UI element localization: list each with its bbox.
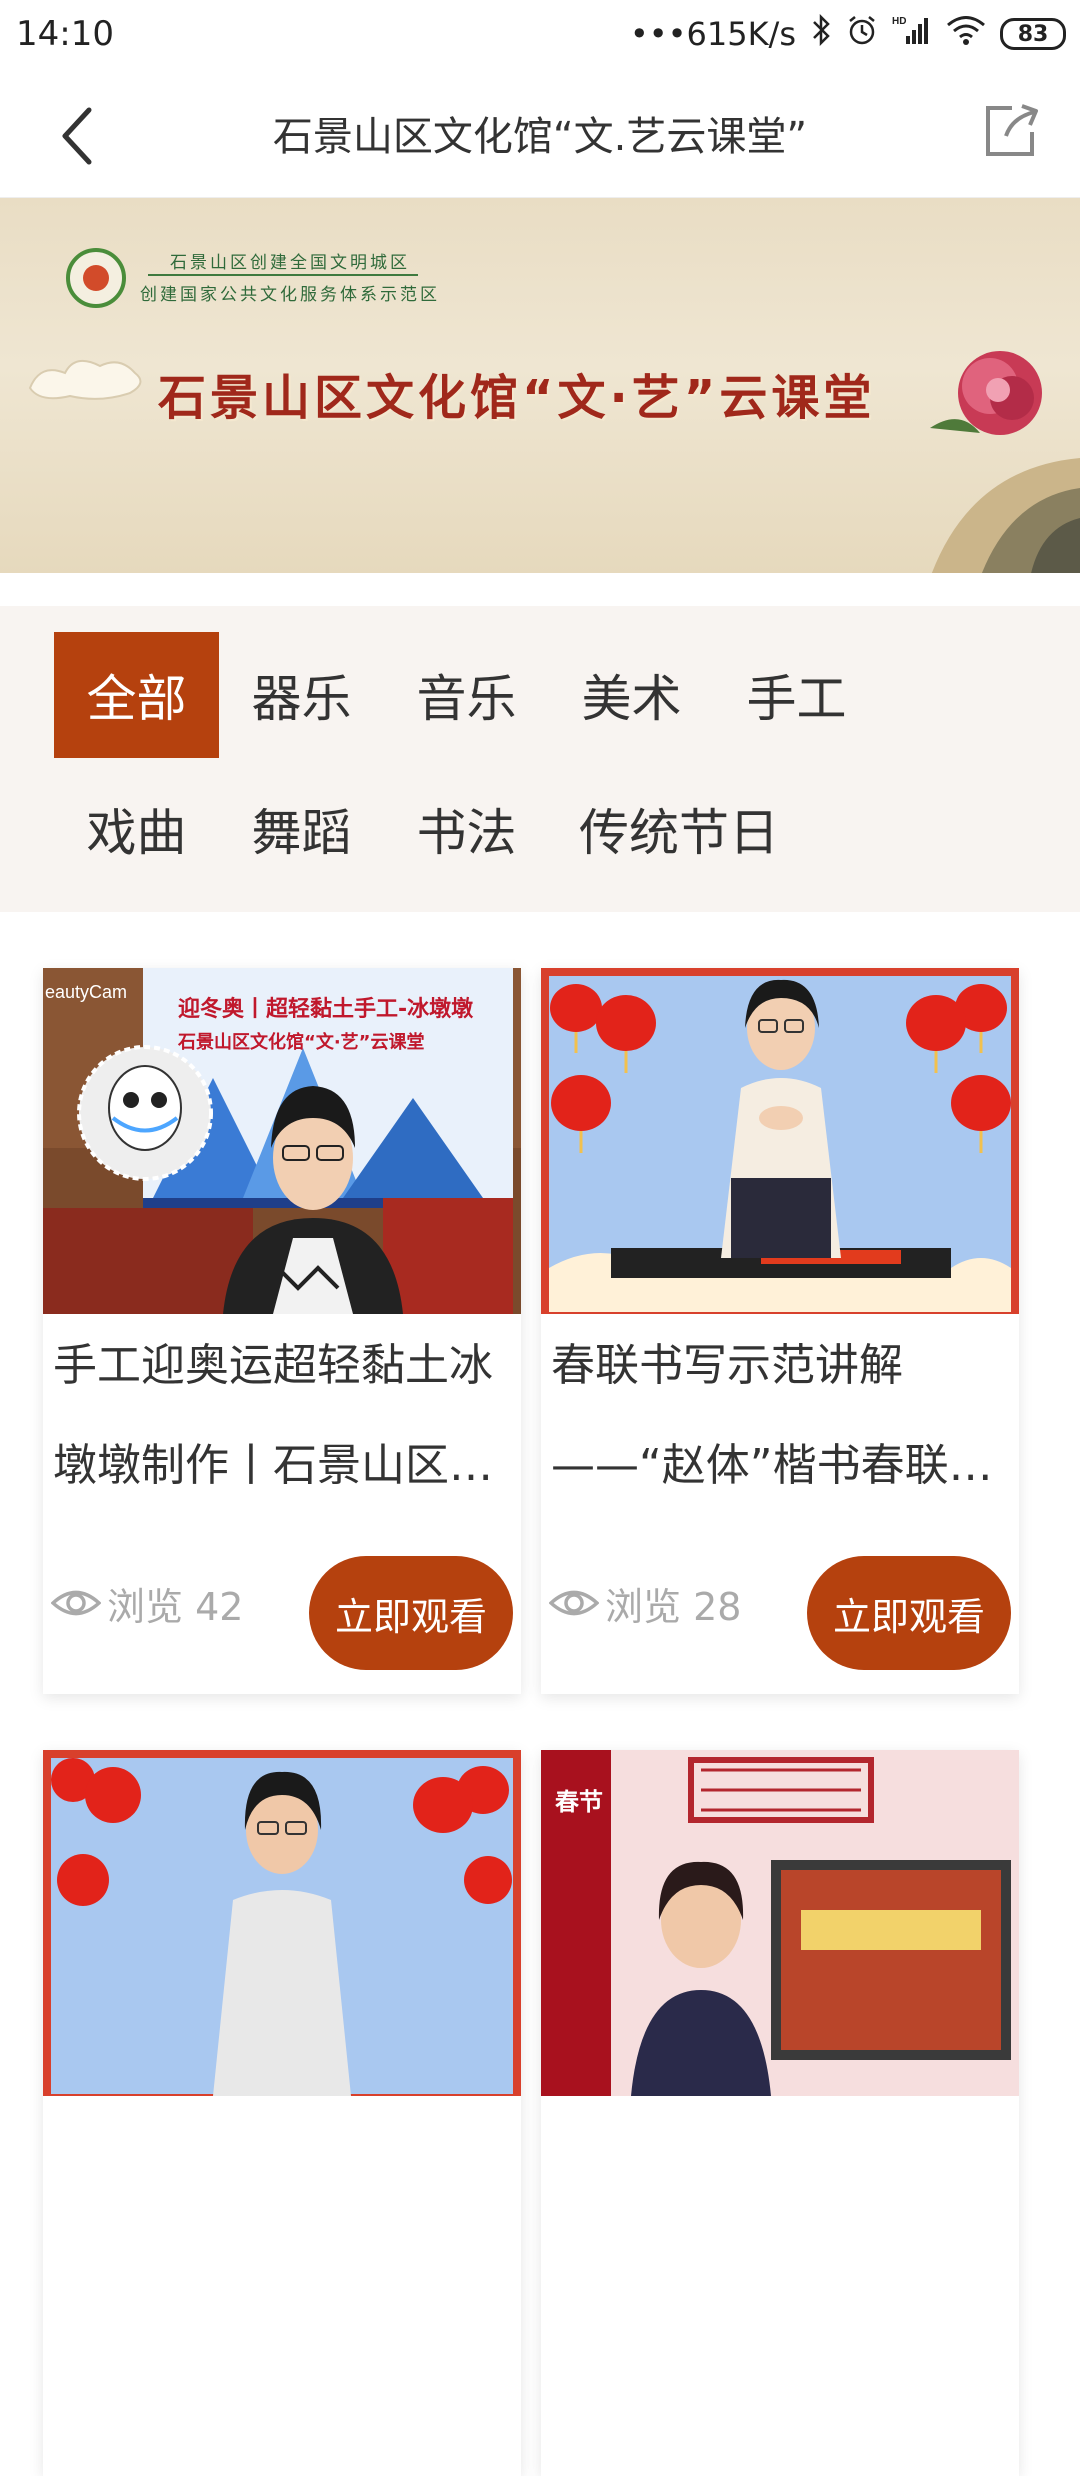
view-count: 浏览 42	[51, 1578, 244, 1629]
back-button[interactable]	[52, 106, 102, 166]
network-speed: •••615K/s	[629, 15, 796, 53]
course-thumbnail[interactable]	[43, 1750, 521, 2096]
category-label: 手工	[746, 670, 847, 728]
hero-banner: 石景山区创建全国文明城区 创建国家公共文化服务体系示范区 石景山区文化馆“文·艺…	[0, 198, 1080, 573]
banner-divider	[148, 274, 418, 276]
category-label: 全部	[86, 670, 187, 728]
course-thumbnail[interactable]	[541, 968, 1019, 1314]
watch-now-button[interactable]: 立即观看	[309, 1556, 513, 1670]
bluetooth-icon	[810, 13, 832, 54]
alarm-icon	[846, 14, 878, 54]
category-tab-handcraft[interactable]: 手工	[714, 632, 879, 758]
status-bar: 14:10 •••615K/s HD 83	[0, 0, 1080, 68]
painted-fan-icon	[931, 458, 1080, 573]
category-tab-instrumental[interactable]: 器乐	[219, 632, 384, 758]
culture-logo-icon	[66, 248, 126, 308]
eye-icon	[51, 1590, 101, 1616]
banner-title: 石景山区文化馆“文·艺”云课堂	[158, 370, 876, 426]
view-count-label: 浏览 42	[107, 1584, 244, 1629]
category-tab-dance[interactable]: 舞蹈	[219, 766, 384, 892]
chevron-left-icon	[62, 107, 92, 165]
category-tab-all[interactable]: 全部	[54, 632, 219, 758]
thumb-corner-text: eautyCam	[45, 982, 127, 1002]
course-card[interactable]	[43, 1750, 521, 2476]
thumb-badge: 春节	[555, 1788, 603, 1816]
page-title: 石景山区文化馆“文.艺云课堂”	[272, 113, 808, 160]
category-label: 音乐	[416, 670, 517, 728]
category-tab-calligraphy[interactable]: 书法	[384, 766, 549, 892]
banner-subtitle-2: 创建国家公共文化服务体系示范区	[140, 285, 440, 305]
category-label: 器乐	[251, 670, 352, 728]
signal-icon: HD	[892, 14, 932, 54]
category-tab-opera[interactable]: 戏曲	[54, 766, 219, 892]
watch-now-button[interactable]: 立即观看	[807, 1556, 1011, 1670]
top-nav-bar: 石景山区文化馆“文.艺云课堂”	[0, 68, 1080, 198]
battery-indicator: 83	[1000, 18, 1066, 50]
eye-icon	[549, 1590, 599, 1616]
banner-subtitle-1: 石景山区创建全国文明城区	[170, 253, 410, 273]
category-tab-music[interactable]: 音乐	[384, 632, 549, 758]
category-filter: 全部 器乐 音乐 美术 手工 戏曲 舞蹈 书法 传统节日	[0, 606, 1080, 912]
course-card[interactable]: 春联书写示范讲解——“赵体”楷书春联书写 浏览 28 立即观看	[541, 968, 1019, 1694]
share-button[interactable]	[978, 98, 1042, 162]
course-title: 手工迎奥运超轻黏土冰墩墩制作丨石景山区文化馆“文·艺”云课堂	[53, 1340, 493, 1491]
course-thumbnail[interactable]: eautyCam 迎冬奥丨超轻黏土手工-冰墩墩 石景山区文化馆“文·艺”云课堂	[43, 968, 521, 1314]
thumb-caption-2: 石景山区文化馆“文·艺”云课堂	[177, 1031, 425, 1053]
status-time: 14:10	[16, 14, 114, 54]
category-tab-fine-arts[interactable]: 美术	[549, 632, 714, 758]
category-label: 舞蹈	[251, 804, 352, 862]
category-label: 书法	[416, 804, 517, 862]
course-thumbnail[interactable]: 春节	[541, 1750, 1019, 2096]
share-icon	[986, 104, 1038, 156]
category-label: 美术	[581, 670, 682, 728]
category-label: 戏曲	[86, 804, 187, 862]
status-icons: •••615K/s HD 83	[629, 13, 1066, 54]
view-count: 浏览 28	[549, 1578, 742, 1629]
course-title: 春联书写示范讲解——“赵体”楷书春联书写	[551, 1340, 993, 1491]
view-count-label: 浏览 28	[605, 1584, 742, 1629]
course-card[interactable]: 春节	[541, 1750, 1019, 2476]
category-tab-traditional-festivals[interactable]: 传统节日	[549, 766, 799, 892]
category-label: 传统节日	[579, 804, 779, 862]
svg-text:HD: HD	[892, 16, 906, 27]
thumb-caption-1: 迎冬奥丨超轻黏土手工-冰墩墩	[178, 996, 474, 1022]
wifi-icon	[946, 14, 986, 54]
auspicious-cloud-icon	[28, 359, 142, 400]
course-card[interactable]: eautyCam 迎冬奥丨超轻黏土手工-冰墩墩 石景山区文化馆“文·艺”云课堂 …	[43, 968, 521, 1694]
